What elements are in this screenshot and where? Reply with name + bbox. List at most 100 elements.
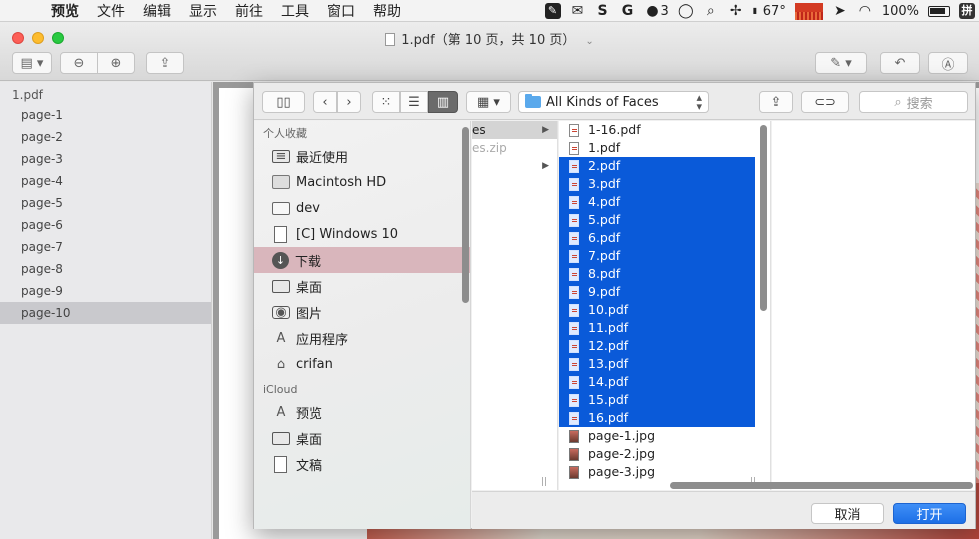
sidebar-item-applications[interactable]: A 应用程序 bbox=[254, 325, 470, 351]
file-row[interactable]: 7.pdf bbox=[559, 247, 755, 265]
open-button[interactable]: 打开 bbox=[893, 503, 966, 524]
battery-percent[interactable]: 100% bbox=[882, 4, 919, 19]
temperature-readout[interactable]: ▮ 67° bbox=[753, 4, 786, 19]
refresh-app-icon[interactable]: G bbox=[620, 3, 636, 19]
file-row[interactable]: page-2.jpg bbox=[559, 445, 770, 463]
file-row[interactable]: 11.pdf bbox=[559, 319, 755, 337]
menu-help[interactable]: 帮助 bbox=[364, 1, 410, 21]
thumbnail-page-8[interactable]: page-8 bbox=[0, 258, 211, 280]
thumbnail-page-2[interactable]: page-2 bbox=[0, 126, 211, 148]
sidebar-file-name[interactable]: 1.pdf bbox=[0, 82, 211, 104]
thumbnail-page-7[interactable]: page-7 bbox=[0, 236, 211, 258]
file-name: 2.pdf bbox=[588, 158, 621, 173]
column-item-folder[interactable]: es ▶ bbox=[472, 121, 557, 139]
thumbnail-page-6[interactable]: page-6 bbox=[0, 214, 211, 236]
file-row[interactable]: page-3.jpg bbox=[559, 463, 770, 481]
back-button[interactable]: ‹ bbox=[313, 91, 337, 113]
file-row[interactable]: 10.pdf bbox=[559, 301, 755, 319]
location-arrow-icon[interactable]: ➤ bbox=[832, 3, 848, 19]
file-row[interactable]: 2.pdf bbox=[559, 157, 755, 175]
thumbnail-page-1[interactable]: page-1 bbox=[0, 104, 211, 126]
file-row[interactable]: 3.pdf bbox=[559, 175, 755, 193]
file-row[interactable]: 13.pdf bbox=[559, 355, 755, 373]
thumbnail-page-4[interactable]: page-4 bbox=[0, 170, 211, 192]
sidebar-item-pictures[interactable]: ◉ 图片 bbox=[254, 299, 470, 325]
sidebar-item-icloud-documents[interactable]: 文稿 bbox=[254, 451, 470, 477]
file-row[interactable]: page-1.jpg bbox=[559, 427, 770, 445]
zoom-out-button[interactable]: ⊖ bbox=[60, 52, 98, 74]
battery-icon[interactable] bbox=[928, 5, 950, 17]
search-field[interactable]: ⌕ 搜索 bbox=[859, 91, 968, 113]
sidebar-item-icloud-preview[interactable]: A 预览 bbox=[254, 399, 470, 425]
tag-button[interactable]: ⊂⊃ bbox=[801, 91, 849, 113]
dialog-sidebar-toggle-button[interactable]: ▯▯ bbox=[262, 91, 305, 113]
fan-icon[interactable]: ✢ bbox=[728, 3, 744, 19]
file-row[interactable]: 1.pdf bbox=[559, 139, 770, 157]
sidebar-item-dev[interactable]: dev bbox=[254, 195, 470, 221]
sidebar-item-downloads[interactable]: ↓ 下载 bbox=[254, 247, 470, 273]
share-button[interactable]: ⇪ bbox=[146, 52, 184, 74]
group-button[interactable]: ▦ ▾ bbox=[466, 91, 511, 113]
file-row[interactable]: 9.pdf bbox=[559, 283, 755, 301]
thumbnail-page-10[interactable]: page-10 bbox=[0, 302, 211, 324]
column-item-zip[interactable]: es.zip bbox=[472, 139, 557, 157]
file-row[interactable]: 6.pdf bbox=[559, 229, 755, 247]
view-list-button[interactable]: ☰ bbox=[400, 91, 428, 113]
cancel-button[interactable]: 取消 bbox=[811, 503, 884, 524]
location-popup[interactable]: All Kinds of Faces ▴ ▾ bbox=[518, 91, 709, 113]
file-row[interactable]: 4.pdf bbox=[559, 193, 755, 211]
sidebar-item-recents[interactable]: ≡ 最近使用 bbox=[254, 143, 470, 169]
file-row[interactable]: 15.pdf bbox=[559, 391, 755, 409]
sidebar-item-home[interactable]: ⌂ crifan bbox=[254, 351, 470, 377]
markup-button[interactable]: ✎ ▾ bbox=[815, 52, 867, 74]
menu-window[interactable]: 窗口 bbox=[318, 1, 364, 21]
menu-file[interactable]: 文件 bbox=[88, 1, 134, 21]
chat-bubble-icon[interactable]: ◯ bbox=[678, 3, 694, 19]
forward-button[interactable]: › bbox=[337, 91, 361, 113]
wifi-icon[interactable]: ◠ bbox=[857, 3, 873, 19]
menu-view[interactable]: 显示 bbox=[180, 1, 226, 21]
sidebar-item-icloud-desktop[interactable]: 桌面 bbox=[254, 425, 470, 451]
view-columns-button[interactable]: ▥ bbox=[428, 91, 458, 113]
zoom-in-button[interactable]: ⊕ bbox=[97, 52, 135, 74]
sidebar-item-label: 下载 bbox=[295, 254, 322, 270]
file-row[interactable]: 14.pdf bbox=[559, 373, 755, 391]
column-item-folder-2[interactable]: ▶ bbox=[472, 157, 557, 175]
sidebar-item-macintosh-hd[interactable]: Macintosh HD bbox=[254, 169, 470, 195]
wechat-icon[interactable]: ✉ bbox=[570, 3, 586, 19]
browser-column-files[interactable]: 1-16.pdf 1.pdf 2.pdf 3.pdf 4.pdf 5.pdf 6.pdf 7.… bbox=[559, 121, 771, 490]
input-method-indicator[interactable]: 拼 bbox=[959, 3, 975, 19]
notes-app-icon[interactable]: ✎ bbox=[544, 3, 561, 19]
browser-column-1[interactable]: es ▶ es.zip ▶ || bbox=[472, 121, 558, 490]
file-row[interactable]: 12.pdf bbox=[559, 337, 755, 355]
sidebar-scrollbar[interactable] bbox=[462, 127, 469, 303]
document-title[interactable]: 1.pdf（第 10 页，共 10 页） ⌄ bbox=[0, 29, 979, 48]
rotate-button[interactable]: ↶ bbox=[880, 52, 920, 74]
search-chat-icon[interactable]: ⌕ bbox=[703, 3, 719, 19]
menu-edit[interactable]: 编辑 bbox=[134, 1, 180, 21]
sidebar-toggle-button[interactable]: ▤ ▾ bbox=[12, 52, 52, 74]
dialog-share-button[interactable]: ⇪ bbox=[759, 91, 793, 113]
view-icons-button[interactable]: ⁙ bbox=[372, 91, 400, 113]
chevron-right-icon: › bbox=[346, 94, 352, 110]
thumbnail-page-5[interactable]: page-5 bbox=[0, 192, 211, 214]
menu-go[interactable]: 前往 bbox=[226, 1, 272, 21]
sensor-icon: ▮ bbox=[752, 6, 758, 15]
menu-tools[interactable]: 工具 bbox=[272, 1, 318, 21]
network-graph-icon[interactable] bbox=[794, 2, 823, 20]
horizontal-scrollbar[interactable] bbox=[670, 482, 973, 489]
file-row[interactable]: 16.pdf bbox=[559, 409, 755, 427]
file-list-scrollbar[interactable] bbox=[760, 125, 767, 311]
menu-app[interactable]: 预览 bbox=[42, 1, 88, 21]
notification-indicator[interactable]: ● 3 bbox=[645, 3, 668, 19]
file-row[interactable]: 5.pdf bbox=[559, 211, 755, 229]
snap-s-icon[interactable]: S bbox=[595, 3, 611, 19]
file-row[interactable]: 8.pdf bbox=[559, 265, 755, 283]
sidebar-item-desktop[interactable]: 桌面 bbox=[254, 273, 470, 299]
thumbnail-page-9[interactable]: page-9 bbox=[0, 280, 211, 302]
sidebar-item-windows[interactable]: [C] Windows 10 bbox=[254, 221, 470, 247]
file-row[interactable]: 1-16.pdf bbox=[559, 121, 770, 139]
thumbnail-page-3[interactable]: page-3 bbox=[0, 148, 211, 170]
column-resize-handle[interactable]: || bbox=[541, 477, 547, 487]
annotate-button[interactable]: Ⓐ bbox=[928, 52, 968, 74]
